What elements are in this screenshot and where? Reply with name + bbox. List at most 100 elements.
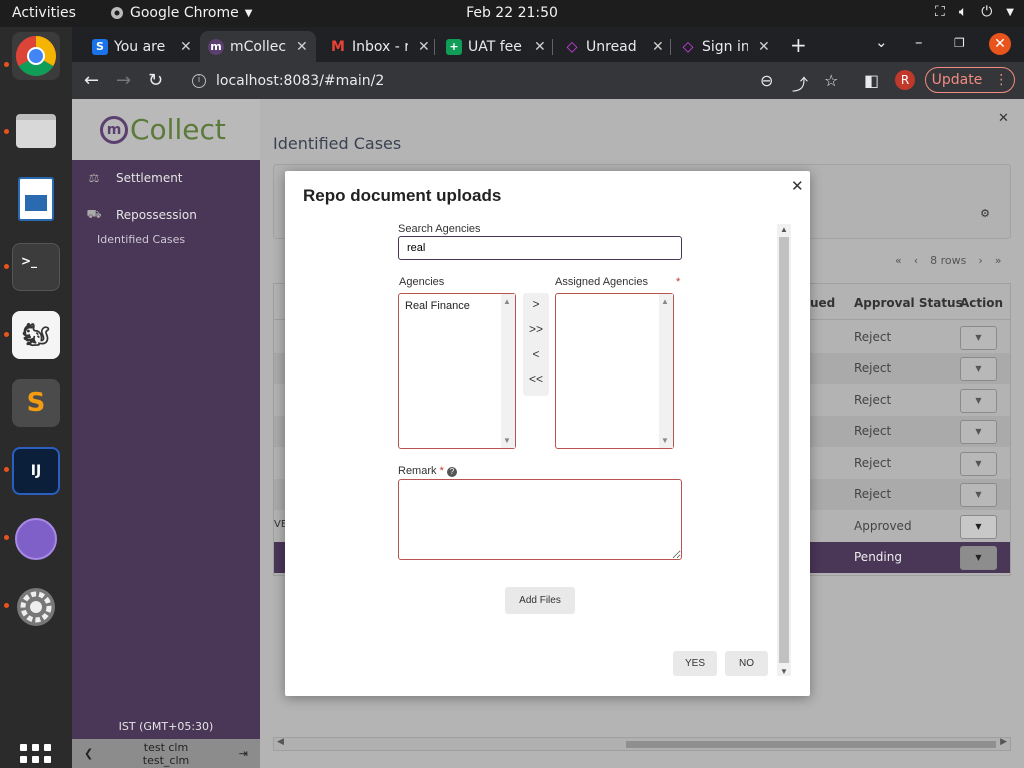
- list-scrollbar[interactable]: ▲ ▼: [501, 294, 515, 448]
- scroll-left-icon[interactable]: ◀: [277, 737, 284, 747]
- collapse-sidebar-icon[interactable]: ❮: [84, 747, 93, 760]
- maximize-icon[interactable]: ❐: [954, 36, 965, 50]
- timezone-label: IST (GMT+05:30): [118, 720, 214, 733]
- agencies-list[interactable]: Real Finance ▲ ▼: [398, 293, 516, 449]
- share-icon[interactable]: ⤴: [792, 71, 808, 95]
- tab-sign-in[interactable]: ◇ Sign in ✕: [672, 31, 778, 62]
- sidebar-item-repossession[interactable]: ⛟ Repossession: [86, 207, 196, 223]
- repo-document-uploads-dialog: Repo document uploads ✕ Search Agencies …: [285, 171, 810, 696]
- address-bar[interactable]: i localhost:8083/#main/2: [180, 66, 750, 95]
- gimp-icon[interactable]: 🐿︎: [12, 311, 60, 359]
- prev-page-icon[interactable]: ‹: [914, 254, 918, 267]
- close-tab-icon[interactable]: ✕: [758, 39, 770, 55]
- remark-textarea[interactable]: [398, 479, 682, 560]
- move-selected-left-button[interactable]: <: [523, 347, 549, 361]
- terminal-icon[interactable]: >_: [12, 243, 60, 291]
- mcollect-logo[interactable]: m Collect: [100, 113, 226, 146]
- writer-icon[interactable]: [12, 175, 60, 223]
- next-page-icon[interactable]: ›: [978, 254, 982, 267]
- sidebar-item-label: Settlement: [116, 171, 183, 185]
- tab-search-icon[interactable]: ⌄: [875, 33, 888, 51]
- user-id: test_clm: [142, 753, 190, 767]
- sublime-icon[interactable]: S: [12, 379, 60, 427]
- close-window-icon[interactable]: ✕: [989, 33, 1011, 55]
- scroll-up-icon[interactable]: ▲: [780, 225, 788, 234]
- no-button[interactable]: NO: [725, 651, 768, 676]
- scroll-down-icon[interactable]: ▼: [503, 436, 511, 445]
- column-header[interactable]: ued: [810, 296, 835, 310]
- close-icon[interactable]: ✕: [791, 177, 804, 195]
- first-page-icon[interactable]: «: [895, 254, 902, 267]
- sidebar: ⚖ Settlement ⛟ Repossession Identified C…: [72, 160, 260, 768]
- close-tab-icon[interactable]: ✕: [418, 39, 430, 55]
- settings-icon[interactable]: [12, 583, 60, 631]
- app-menu[interactable]: Google Chrome ▼: [110, 5, 252, 21]
- search-agencies-input[interactable]: [398, 236, 682, 260]
- list-scrollbar[interactable]: ▲ ▼: [659, 294, 673, 448]
- column-header[interactable]: Approval Status: [854, 296, 963, 310]
- forward-icon[interactable]: →: [116, 70, 131, 91]
- scroll-up-icon[interactable]: ▲: [661, 297, 669, 306]
- action-dropdown[interactable]: ▼: [960, 452, 997, 476]
- gear-icon[interactable]: ⚙: [980, 207, 990, 220]
- action-dropdown[interactable]: ▼: [960, 546, 997, 570]
- chrome-icon[interactable]: [12, 32, 60, 80]
- sidebar-item-settlement[interactable]: ⚖ Settlement: [86, 171, 183, 185]
- reload-icon[interactable]: ↻: [148, 70, 163, 91]
- tab-unread[interactable]: ◇ Unread ✕: [556, 31, 672, 62]
- tab-you-are[interactable]: S You are ✕: [84, 31, 200, 62]
- close-tab-icon[interactable]: ✕: [180, 39, 192, 55]
- action-dropdown[interactable]: ▼: [960, 389, 997, 413]
- dialog-scrollbar[interactable]: ▲ ▼: [777, 224, 791, 676]
- move-all-right-button[interactable]: >>: [523, 322, 549, 336]
- yes-button[interactable]: YES: [673, 651, 717, 676]
- system-tray[interactable]: ⛶ 🔈︎ ⏻ ▼: [935, 4, 1014, 20]
- close-tab-icon[interactable]: ✕: [652, 39, 664, 55]
- bookmark-star-icon[interactable]: ☆: [824, 71, 838, 90]
- app-grid-icon[interactable]: [20, 744, 52, 768]
- remark-label-text: Remark: [398, 465, 437, 477]
- tab-mcollect[interactable]: m mCollec ✕: [200, 31, 316, 62]
- side-panel-icon[interactable]: ◧: [864, 71, 879, 90]
- tab-uat-feedback[interactable]: + UAT fee ✕: [438, 31, 554, 62]
- scroll-right-icon[interactable]: ▶: [1000, 737, 1007, 747]
- close-tab-icon[interactable]: ✕: [534, 39, 546, 55]
- logo-mark: m: [100, 115, 128, 144]
- action-dropdown[interactable]: ▼: [960, 357, 997, 381]
- add-files-button[interactable]: Add Files: [505, 587, 575, 614]
- scroll-up-icon[interactable]: ▲: [503, 297, 511, 306]
- assigned-agencies-list[interactable]: ▲ ▼: [555, 293, 674, 449]
- logout-icon[interactable]: ⇥: [239, 747, 248, 760]
- scroll-down-icon[interactable]: ▼: [780, 667, 788, 676]
- back-icon[interactable]: ←: [84, 70, 99, 91]
- activities-button[interactable]: Activities: [12, 5, 76, 21]
- scrollbar-thumb[interactable]: [626, 741, 996, 748]
- tab-inbox[interactable]: M Inbox - r ✕: [322, 31, 438, 62]
- move-selected-right-button[interactable]: >: [523, 297, 549, 311]
- minimize-icon[interactable]: –: [915, 33, 923, 51]
- sidebar-item-identified-cases[interactable]: Identified Cases: [97, 233, 185, 246]
- zoom-icon[interactable]: ⊖: [760, 71, 773, 90]
- help-icon[interactable]: ?: [446, 467, 457, 477]
- horizontal-scrollbar[interactable]: ◀ ▶: [273, 737, 1011, 751]
- last-page-icon[interactable]: »: [995, 254, 1002, 267]
- new-tab-icon[interactable]: +: [790, 33, 807, 57]
- dialog-title: Repo document uploads: [303, 186, 502, 205]
- move-all-left-button[interactable]: <<: [523, 372, 549, 386]
- close-tab-icon[interactable]: ✕: [296, 39, 308, 55]
- network-icon[interactable]: [12, 515, 60, 563]
- site-info-icon[interactable]: i: [192, 73, 206, 88]
- scrollbar-thumb[interactable]: [779, 237, 789, 663]
- files-icon[interactable]: [12, 107, 60, 155]
- action-dropdown[interactable]: ▼: [960, 515, 997, 539]
- profile-avatar[interactable]: R: [895, 70, 915, 90]
- running-indicator: [4, 467, 9, 472]
- scroll-down-icon[interactable]: ▼: [661, 436, 669, 445]
- close-icon[interactable]: ✕: [998, 111, 1009, 126]
- update-button[interactable]: Update ⋮: [925, 67, 1015, 93]
- intellij-icon[interactable]: IJ: [12, 447, 60, 495]
- action-dropdown[interactable]: ▼: [960, 483, 997, 507]
- action-dropdown[interactable]: ▼: [960, 420, 997, 444]
- action-dropdown[interactable]: ▼: [960, 326, 997, 350]
- agency-option[interactable]: Real Finance: [405, 300, 470, 312]
